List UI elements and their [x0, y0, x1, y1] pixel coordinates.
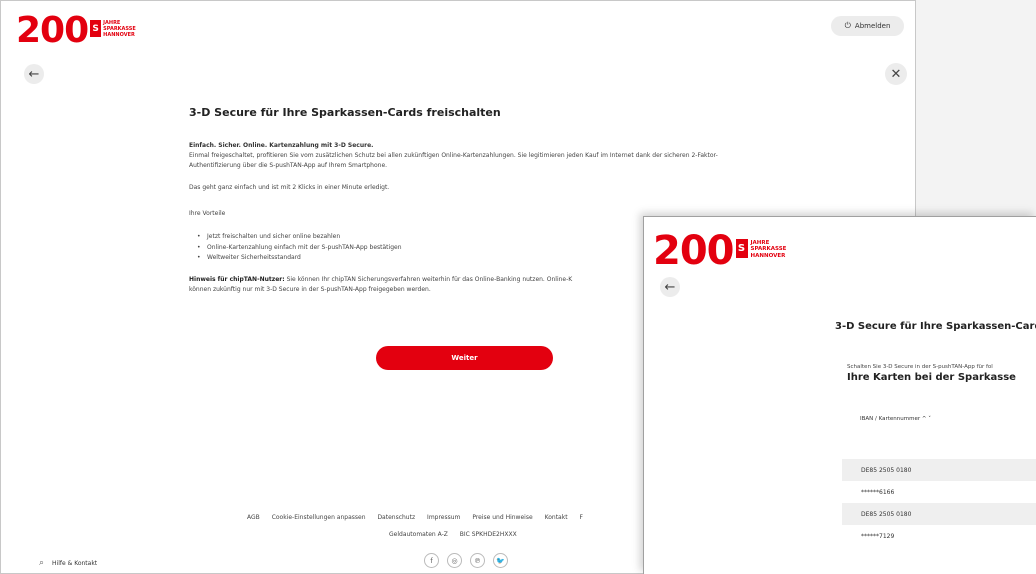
- footer-link-preise[interactable]: Preise und Hinweise: [472, 514, 532, 521]
- table-row[interactable]: ******7129: [842, 525, 1036, 547]
- back-arrow-icon[interactable]: ←: [24, 64, 44, 84]
- power-icon: ⏻: [844, 21, 851, 30]
- hint-text-2: können zukünftig nur mit 3-D Secure in d…: [189, 285, 431, 293]
- help-label: Hilfe & Kontakt: [52, 559, 98, 567]
- chiptan-hint: Hinweis für chipTAN-Nutzer: Sie können I…: [189, 275, 719, 295]
- hint-label: Hinweis für chipTAN-Nutzer:: [189, 275, 285, 283]
- logo-line3: HANNOVER: [750, 252, 786, 259]
- overlay-window: 200 S JAHRE SPARKASSE HANNOVER ← 3-D Sec…: [643, 216, 1036, 574]
- easy-text: Das geht ganz einfach und ist mit 2 Klic…: [189, 184, 390, 192]
- overlay-title: 3-D Secure für Ihre Sparkassen-Cards: [835, 321, 1036, 332]
- advantages-title: Ihre Vorteile: [189, 209, 226, 217]
- weiter-button[interactable]: Weiter: [376, 346, 553, 370]
- sparkasse-logo: 200 S JAHRE SPARKASSE HANNOVER: [16, 13, 136, 49]
- table-header[interactable]: IBAN / Kartennummer ^ ˅: [860, 416, 931, 422]
- footer-line2: Geldautomaten A-Z BIC SPKHDE2HXXX: [389, 531, 527, 538]
- footer-link-more[interactable]: F: [579, 514, 582, 521]
- instagram-icon[interactable]: ◎: [447, 553, 462, 568]
- logo-line2: SPARKASSE: [750, 246, 787, 253]
- back-arrow-icon[interactable]: ←: [660, 277, 680, 297]
- footer-link-impressum[interactable]: Impressum: [427, 514, 460, 521]
- overlay-description: Schalten Sie 3-D Secure in der S-pushTAN…: [847, 364, 993, 370]
- facebook-icon[interactable]: f: [424, 553, 439, 568]
- twitter-icon[interactable]: 🐦: [493, 553, 508, 568]
- table-row[interactable]: DE85 2505 0180: [842, 459, 1036, 481]
- footer-link-kontakt[interactable]: Kontakt: [545, 514, 568, 521]
- footer-link-geldautomaten[interactable]: Geldautomaten A-Z: [389, 531, 448, 538]
- sort-icon[interactable]: ^ ˅: [922, 416, 931, 422]
- close-icon[interactable]: ✕: [885, 63, 907, 85]
- logo-badge: S: [735, 239, 748, 258]
- footer-links: AGB Cookie-Einstellungen anpassen Datens…: [247, 514, 593, 521]
- footer-link-datenschutz[interactable]: Datenschutz: [377, 514, 415, 521]
- column-header-iban: IBAN / Kartennummer: [860, 416, 921, 422]
- logo-text: JAHRE SPARKASSE HANNOVER: [103, 20, 136, 38]
- logo-line3: HANNOVER: [103, 31, 135, 38]
- intro-text: Einmal freigeschaltet, profitieren Sie v…: [189, 152, 718, 169]
- social-links: f ◎ ℗ 🐦: [424, 553, 508, 568]
- hint-text: Sie können Ihr chipTAN Sicherungsverfahr…: [284, 275, 573, 283]
- cards-section-title: Ihre Karten bei der Sparkasse: [847, 372, 1016, 383]
- page-title: 3-D Secure für Ihre Sparkassen-Cards fre…: [189, 106, 501, 119]
- sparkasse-logo: 200 S JAHRE SPARKASSE HANNOVER: [653, 231, 786, 271]
- logo-number: 200: [653, 228, 734, 274]
- footer-link-cookies[interactable]: Cookie-Einstellungen anpassen: [272, 514, 366, 521]
- logout-label: Abmelden: [854, 22, 891, 30]
- table-row[interactable]: ******6166: [842, 481, 1036, 503]
- advantages-list: Jetzt freischalten und sicher online bez…: [189, 232, 719, 263]
- page-subtitle: Einfach. Sicher. Online. Kartenzahlung m…: [189, 142, 374, 149]
- list-item: Jetzt freischalten und sicher online bez…: [189, 232, 719, 242]
- help-contact-link[interactable]: ⌕ Hilfe & Kontakt: [39, 558, 97, 568]
- pinterest-icon[interactable]: ℗: [470, 553, 485, 568]
- footer-link-agb[interactable]: AGB: [247, 514, 260, 521]
- footer-bic: BIC SPKHDE2HXXX: [459, 531, 517, 538]
- logo-text: JAHRE SPARKASSE HANNOVER: [751, 240, 787, 259]
- page-content: 3-D Secure für Ihre Sparkassen-Cards fre…: [189, 106, 719, 295]
- table-row[interactable]: DE85 2505 0180: [842, 503, 1036, 525]
- logout-button[interactable]: ⏻ Abmelden: [831, 16, 904, 36]
- logo-number: 200: [16, 10, 89, 51]
- logo-badge: S: [90, 20, 102, 37]
- chat-icon: ⌕: [39, 558, 45, 568]
- list-item: Online-Kartenzahlung einfach mit der S-p…: [189, 243, 719, 253]
- cards-table: DE85 2505 0180 ******6166 DE85 2505 0180…: [842, 459, 1036, 547]
- list-item: Weltweiter Sicherheitsstandard: [189, 253, 719, 263]
